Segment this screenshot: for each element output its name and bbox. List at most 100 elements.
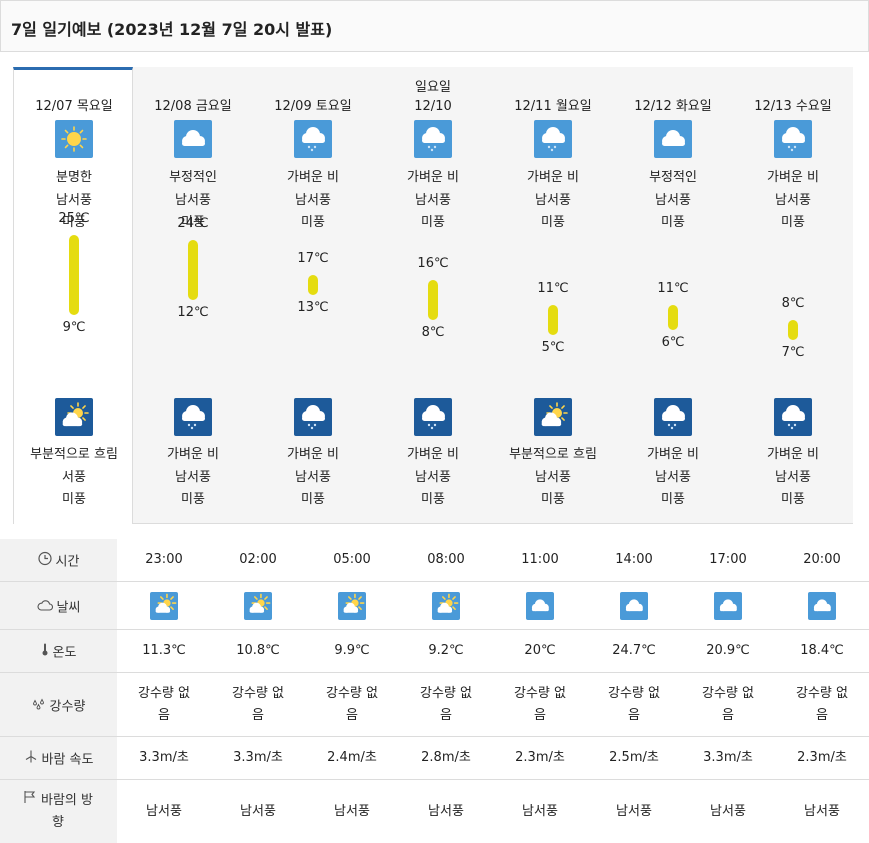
row-temperature: 온도 11.3℃ 10.8℃ 9.9℃ 9.2℃ 20℃ 24.7℃ 20.9℃ 18.4℃: [0, 630, 869, 673]
row-label: 시간: [0, 539, 117, 581]
cell-wind-direction: 남서풍: [334, 803, 370, 819]
light-rain-icon: [294, 120, 332, 158]
cell-wind-direction: 남서풍: [522, 803, 558, 819]
day-card[interactable]: 12/11 월요일 가벼운 비 남서풍 미풍 11℃ 5℃ 부분적으로 흐림 남서풍 미풍: [493, 67, 613, 524]
day-card[interactable]: 12/08 금요일 부정적인 남서풍 미풍 24℃ 12℃ 가벼운 비 남서풍 미풍: [133, 67, 253, 524]
temperature-range-bar: [308, 275, 318, 295]
seven-day-forecast: 12/07 목요일 분명한 남서풍 미풍 25℃ 9℃ 부분적으로 흐림 서풍 미풍 12/08…: [13, 67, 868, 524]
night-desc: 가벼운 비: [767, 447, 819, 462]
night-desc: 부분적으로 흐림: [30, 447, 118, 462]
temperature-range-bar: [548, 305, 558, 335]
row-label: 바람의 방향: [0, 780, 117, 843]
wind-turbine-icon: [24, 750, 38, 768]
row-label: 바람 속도: [0, 737, 117, 779]
night-wind: 미풍: [661, 492, 685, 507]
day-desc: 가벼운 비: [287, 170, 339, 185]
low-temperature: 8℃: [421, 325, 445, 340]
row-time: 시간 23:00 02:00 05:00 08:00 11:00 14:00 17:00 20:…: [0, 539, 869, 582]
cell-weather: [399, 582, 493, 629]
day-wind: 미풍: [661, 215, 685, 230]
low-temperature: 6℃: [661, 335, 685, 350]
cell-time: 05:00: [333, 552, 371, 567]
row-weather: 날씨: [0, 582, 869, 630]
night-wind-dir: 남서풍: [535, 470, 571, 485]
cell-time: 20:00: [803, 552, 841, 567]
cell-weather: [587, 582, 681, 629]
night-wind-dir: 남서풍: [175, 470, 211, 485]
weather-page: 7일 일기예보 (2023년 12월 7일 20시 발표) 12/07 목요일 분…: [0, 0, 869, 843]
light-rain-icon: [534, 120, 572, 158]
cell-wind-direction: 남서풍: [616, 803, 652, 819]
day-card[interactable]: 12/13 수요일 가벼운 비 남서풍 미풍 8℃ 7℃ 가벼운 비 남서풍 미풍: [733, 67, 853, 524]
day-desc: 가벼운 비: [527, 170, 579, 185]
cell-wind-speed: 3.3m/초: [233, 750, 283, 765]
clock-icon: [37, 551, 52, 570]
day-wind: 미풍: [301, 215, 325, 230]
day-wind-dir: 남서풍: [175, 193, 211, 208]
light-rain-night-icon: [414, 398, 452, 436]
raindrops-icon: [32, 697, 46, 714]
partly-cloudy-icon: [150, 591, 178, 620]
row-label: 온도: [0, 630, 117, 672]
cloud-icon: [37, 599, 53, 615]
day-date: 12/09 토요일: [274, 99, 352, 114]
day-desc: 분명한: [56, 170, 92, 185]
row-label-text: 시간: [55, 554, 80, 570]
row-precipitation: 강수량 강수량 없음 강수량 없음 강수량 없음 강수량 없음 강수량 없음 강수량 없음 강…: [0, 673, 869, 737]
day-wind-dir: 남서풍: [56, 193, 92, 208]
cell-weather: [493, 582, 587, 629]
high-temperature: 24℃: [177, 216, 209, 231]
cell-temperature: 18.4℃: [800, 643, 844, 658]
cell-wind-speed: 3.3m/초: [703, 750, 753, 765]
light-rain-icon: [414, 120, 452, 158]
cell-temperature: 9.2℃: [428, 643, 464, 658]
cell-precipitation: 강수량 없음: [608, 685, 660, 723]
day-desc: 가벼운 비: [407, 170, 459, 185]
cloudy-icon: [714, 591, 742, 620]
cell-temperature: 11.3℃: [142, 643, 186, 658]
high-temperature: 8℃: [781, 296, 805, 311]
day-card[interactable]: 12/07 목요일 분명한 남서풍 미풍 25℃ 9℃ 부분적으로 흐림 서풍 미풍: [13, 67, 133, 524]
day-date: 12/10: [414, 99, 452, 114]
cell-precipitation: 강수량 없음: [702, 685, 754, 723]
cell-wind-direction: 남서풍: [804, 803, 840, 819]
partly-cloudy-icon: [244, 591, 272, 620]
night-desc: 가벼운 비: [647, 447, 699, 462]
low-temperature: 13℃: [297, 300, 329, 315]
cell-wind-speed: 2.8m/초: [421, 750, 471, 765]
low-temperature: 9℃: [62, 320, 86, 335]
cell-wind-speed: 2.3m/초: [515, 750, 565, 765]
cell-precipitation: 강수량 없음: [420, 685, 472, 723]
row-label-text: 바람의 방향: [41, 792, 93, 830]
cell-wind-direction: 남서풍: [710, 803, 746, 819]
light-rain-night-icon: [174, 398, 212, 436]
day-date: 12/08 금요일: [154, 99, 232, 114]
high-temperature: 25℃: [58, 211, 90, 226]
night-wind-dir: 남서풍: [415, 470, 451, 485]
cell-precipitation: 강수량 없음: [138, 685, 190, 723]
day-card[interactable]: 12/09 토요일 가벼운 비 남서풍 미풍 17℃ 13℃ 가벼운 비 남서풍 미풍: [253, 67, 373, 524]
cell-time: 11:00: [521, 552, 559, 567]
cell-temperature: 9.9℃: [334, 643, 370, 658]
row-label: 강수량: [0, 673, 117, 736]
thermometer-icon: [41, 643, 49, 661]
day-name: 일요일: [415, 80, 451, 95]
cell-time: 23:00: [145, 552, 183, 567]
day-card[interactable]: 일요일 12/10 가벼운 비 남서풍 미풍 16℃ 8℃ 가벼운 비 남서풍 미풍: [373, 67, 493, 524]
day-card[interactable]: 12/12 화요일 부정적인 남서풍 미풍 11℃ 6℃ 가벼운 비 남서풍 미풍: [613, 67, 733, 524]
cloudy-icon: [654, 120, 692, 158]
row-label-text: 바람 속도: [41, 752, 94, 768]
light-rain-night-icon: [654, 398, 692, 436]
high-temperature: 16℃: [417, 256, 449, 271]
cell-time: 14:00: [615, 552, 653, 567]
cloudy-icon: [808, 591, 836, 620]
row-wind-direction: 바람의 방향 남서풍 남서풍 남서풍 남서풍 남서풍 남서풍 남서풍 남서풍: [0, 780, 869, 843]
partly-cloudy-icon: [432, 591, 460, 620]
cloudy-icon: [620, 591, 648, 620]
cell-temperature: 10.8℃: [236, 643, 280, 658]
night-wind: 미풍: [781, 492, 805, 507]
night-wind: 미풍: [62, 492, 86, 507]
cloudy-icon: [526, 591, 554, 620]
day-desc: 부정적인: [649, 170, 697, 185]
night-desc: 부분적으로 흐림: [509, 447, 597, 462]
